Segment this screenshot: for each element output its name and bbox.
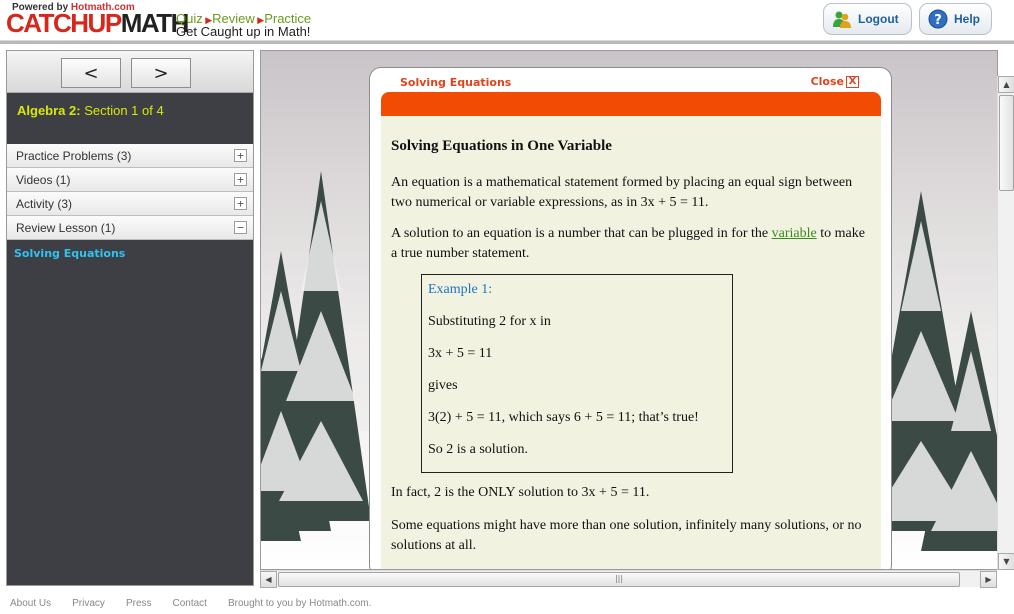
horizontal-scroll-thumb[interactable]: ||| — [278, 572, 960, 587]
expand-icon[interactable]: + — [234, 149, 247, 162]
footer-link-press[interactable]: Press — [126, 598, 152, 609]
paragraph: An equation is a mathematical statement … — [391, 175, 853, 210]
tagline: Get Caught up in Math! — [176, 24, 311, 39]
content-area: Solving Equations Close X Solving Equati… — [260, 50, 998, 570]
logout-label: Logout — [858, 12, 899, 26]
scroll-right-icon[interactable]: ▶ — [980, 571, 997, 588]
scroll-left-icon[interactable]: ◀ — [260, 571, 277, 588]
svg-text:?: ? — [934, 13, 942, 28]
section-title: Algebra 2: Section 1 of 4 — [17, 103, 164, 118]
lesson-link-solving-equations[interactable]: Solving Equations — [14, 247, 125, 260]
sidebar-item-practice-problems[interactable]: Practice Problems (3) + — [7, 144, 253, 168]
example-line: Substituting 2 for x in — [428, 314, 551, 329]
sidebar-item-label: Videos (1) — [16, 172, 71, 187]
footer-link-privacy[interactable]: Privacy — [72, 598, 105, 609]
collapse-icon[interactable]: − — [234, 221, 247, 234]
paragraph: Some equations might have more than one … — [391, 518, 862, 553]
footer-credit: Brought to you by Hotmath.com. — [227, 598, 372, 609]
example-line: 3x + 5 = 11 — [428, 346, 493, 361]
dialog-title: Solving Equations — [400, 76, 512, 89]
sidebar-item-videos[interactable]: Videos (1) + — [7, 168, 253, 192]
example-line: So 2 is a solution. — [428, 442, 528, 457]
vertical-scroll-thumb[interactable] — [999, 95, 1014, 191]
next-button[interactable]: > — [131, 58, 191, 88]
sidebar-item-label: Review Lesson (1) — [16, 220, 116, 235]
close-icon[interactable]: X — [846, 75, 859, 88]
sidebar-item-review-lesson[interactable]: Review Lesson (1) − — [7, 216, 253, 240]
paragraph: In fact, 2 is the ONLY solution to 3x + … — [391, 485, 650, 500]
example-line: gives — [428, 378, 458, 393]
sidebar: < > Algebra 2: Section 1 of 4 Practice P… — [6, 50, 254, 586]
vertical-scrollbar[interactable]: ▲ ▼ — [997, 76, 1014, 570]
lesson-heading: Solving Equations in One Variable — [391, 138, 612, 154]
expand-icon[interactable]: + — [234, 173, 247, 186]
paragraph: A solution to an equation is a number th… — [391, 224, 869, 264]
help-button[interactable]: ? Help — [919, 3, 992, 35]
dialog-header-bar — [381, 92, 881, 116]
section-progress: Section 1 of 4 — [84, 103, 164, 118]
nav-bar: < > — [7, 51, 253, 93]
previous-button[interactable]: < — [61, 58, 121, 88]
section-course: Algebra 2: — [17, 103, 81, 118]
footer: About Us Privacy Press Contact Brought t… — [10, 598, 392, 609]
lesson-dialog: Solving Equations Close X Solving Equati… — [369, 67, 892, 569]
sidebar-item-label: Activity (3) — [16, 196, 73, 211]
scroll-down-icon[interactable]: ▼ — [998, 553, 1014, 570]
users-icon — [832, 9, 852, 29]
catchup-math-logo[interactable]: CATCHUPMATH — [6, 8, 189, 38]
example-label: Example 1: — [428, 282, 493, 297]
logo-part1: CATCHUP — [6, 8, 122, 38]
app-header: Powered by Hotmath.com CATCHUPMATH Quiz … — [0, 0, 1014, 40]
close-label: Close — [810, 75, 844, 88]
footer-link-contact[interactable]: Contact — [173, 598, 207, 609]
footer-link-about[interactable]: About Us — [10, 598, 51, 609]
lesson-body: Solving Equations in One Variable An equ… — [381, 116, 881, 569]
example-box: Example 1: Substituting 2 for x in 3x + … — [421, 274, 733, 473]
variable-link[interactable]: variable — [772, 226, 817, 241]
scroll-up-icon[interactable]: ▲ — [998, 76, 1014, 93]
resource-list: Practice Problems (3) + Videos (1) + Act… — [7, 144, 253, 240]
sidebar-item-label: Practice Problems (3) — [16, 148, 132, 163]
example-line: 3(2) + 5 = 11, which says 6 + 5 = 11; th… — [428, 410, 699, 425]
paragraph-text: A solution to an equation is a number th… — [391, 226, 772, 241]
horizontal-scrollbar[interactable]: ◀ ||| ▶ — [260, 570, 997, 588]
logout-button[interactable]: Logout — [823, 3, 912, 35]
close-button[interactable]: Close X — [811, 75, 859, 88]
header-divider — [0, 40, 1014, 44]
help-label: Help — [954, 12, 981, 26]
expand-icon[interactable]: + — [234, 197, 247, 210]
sidebar-item-activity[interactable]: Activity (3) + — [7, 192, 253, 216]
question-icon: ? — [928, 9, 948, 29]
